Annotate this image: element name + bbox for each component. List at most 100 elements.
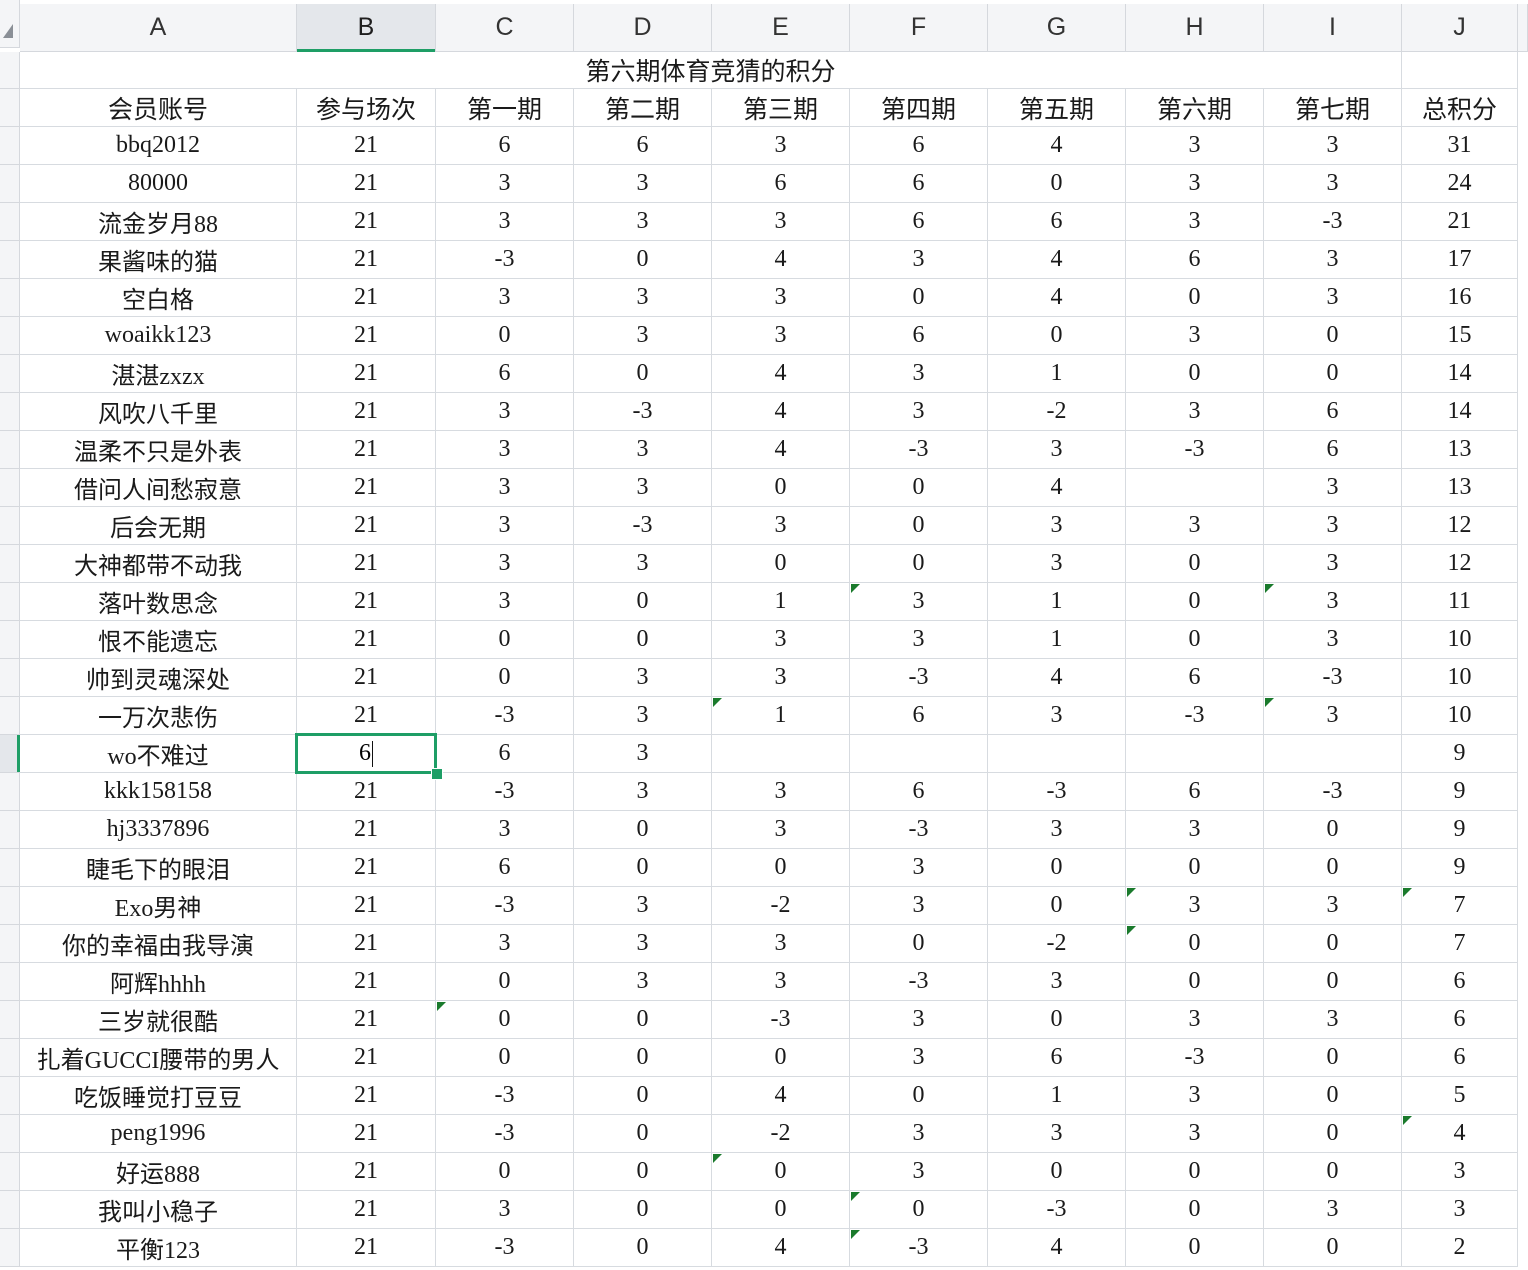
period-points-cell[interactable]: 0 — [436, 317, 574, 355]
period-points-cell[interactable]: 3 — [1264, 241, 1402, 279]
period-points-cell[interactable]: 0 — [988, 317, 1126, 355]
period-points-cell[interactable]: 0 — [1126, 355, 1264, 393]
row-header[interactable] — [0, 165, 20, 203]
period-points-cell[interactable]: 0 — [574, 1153, 712, 1191]
period-points-cell[interactable]: 0 — [712, 469, 850, 507]
period-points-cell[interactable]: 3 — [574, 431, 712, 469]
period-points-cell[interactable]: -3 — [850, 963, 988, 1001]
period-points-cell[interactable]: 0 — [574, 811, 712, 849]
column-header-b[interactable]: B — [297, 4, 436, 52]
period-points-cell[interactable]: 1 — [988, 583, 1126, 621]
period-points-cell[interactable]: 3 — [436, 545, 574, 583]
period-points-cell[interactable]: 3 — [712, 317, 850, 355]
period-points-cell[interactable]: -3 — [850, 659, 988, 697]
period-points-cell[interactable]: 6 — [850, 773, 988, 811]
period-points-cell[interactable]: 0 — [1264, 355, 1402, 393]
column-header-a[interactable]: A — [20, 4, 297, 52]
period-points-cell[interactable]: 6 — [1264, 431, 1402, 469]
member-account-cell[interactable]: 三岁就很酷 — [20, 1001, 297, 1039]
period-points-cell[interactable]: 0 — [850, 279, 988, 317]
period-points-cell[interactable]: -3 — [436, 773, 574, 811]
row-header[interactable] — [0, 507, 20, 545]
period-points-cell[interactable]: 3 — [436, 165, 574, 203]
period-points-cell[interactable]: 6 — [988, 203, 1126, 241]
period-points-cell[interactable]: 4 — [712, 393, 850, 431]
period-points-cell[interactable]: -3 — [712, 1001, 850, 1039]
period-points-cell[interactable]: 4 — [712, 1077, 850, 1115]
period-points-cell[interactable]: 3 — [1264, 887, 1402, 925]
period-points-cell[interactable]: 6 — [436, 849, 574, 887]
period-points-cell[interactable]: 3 — [1126, 1077, 1264, 1115]
member-account-cell[interactable]: 好运888 — [20, 1153, 297, 1191]
period-points-cell[interactable]: 3 — [712, 811, 850, 849]
period-points-cell[interactable]: 0 — [1264, 849, 1402, 887]
period-points-cell[interactable]: 0 — [574, 1229, 712, 1267]
period-points-cell[interactable] — [1126, 469, 1264, 507]
member-account-cell[interactable]: 空白格 — [20, 279, 297, 317]
period-points-cell[interactable]: 4 — [988, 1229, 1126, 1267]
member-account-cell[interactable]: 阿辉hhhh — [20, 963, 297, 1001]
period-points-cell[interactable]: 0 — [436, 963, 574, 1001]
total-points-cell[interactable]: 7 — [1402, 887, 1518, 925]
period-points-cell[interactable]: 3 — [574, 279, 712, 317]
member-account-cell[interactable]: 80000 — [20, 165, 297, 203]
row-header[interactable] — [0, 1077, 20, 1115]
column-header-f[interactable]: F — [850, 4, 988, 52]
period-points-cell[interactable]: 3 — [850, 1153, 988, 1191]
period-points-cell[interactable]: 3 — [988, 697, 1126, 735]
period-points-cell[interactable]: 4 — [712, 1229, 850, 1267]
period-points-cell[interactable]: 0 — [1264, 317, 1402, 355]
games-played-cell[interactable]: 21 — [297, 279, 436, 317]
member-account-cell[interactable]: 风吹八千里 — [20, 393, 297, 431]
games-played-cell[interactable]: 21 — [297, 1115, 436, 1153]
period-points-cell[interactable]: 3 — [436, 279, 574, 317]
row-header[interactable] — [0, 52, 20, 89]
period-points-cell[interactable]: 0 — [574, 1115, 712, 1153]
period-points-cell[interactable]: -3 — [988, 1191, 1126, 1229]
total-points-cell[interactable]: 3 — [1402, 1153, 1518, 1191]
total-points-cell[interactable]: 3 — [1402, 1191, 1518, 1229]
period-points-cell[interactable]: 3 — [988, 545, 1126, 583]
row-header[interactable] — [0, 925, 20, 963]
member-account-cell[interactable]: 果酱味的猫 — [20, 241, 297, 279]
period-points-cell[interactable]: 0 — [988, 849, 1126, 887]
period-points-cell[interactable]: 0 — [1264, 1077, 1402, 1115]
member-account-cell[interactable]: 扎着GUCCI腰带的男人 — [20, 1039, 297, 1077]
period-points-cell[interactable]: -3 — [436, 1115, 574, 1153]
period-points-cell[interactable]: 3 — [1264, 507, 1402, 545]
member-account-cell[interactable]: 后会无期 — [20, 507, 297, 545]
member-account-cell[interactable]: kkk158158 — [20, 773, 297, 811]
period-points-cell[interactable]: 0 — [574, 1077, 712, 1115]
period-points-cell[interactable]: -3 — [850, 1229, 988, 1267]
games-played-cell[interactable]: 21 — [297, 659, 436, 697]
period-points-cell[interactable]: -3 — [1126, 1039, 1264, 1077]
row-header[interactable] — [0, 355, 20, 393]
games-played-cell[interactable]: 21 — [297, 431, 436, 469]
period-points-cell[interactable]: 3 — [712, 203, 850, 241]
period-points-cell[interactable]: 3 — [1264, 1191, 1402, 1229]
period-points-cell[interactable]: -3 — [436, 241, 574, 279]
period-points-cell[interactable]: 3 — [574, 697, 712, 735]
period-points-cell[interactable]: 3 — [574, 963, 712, 1001]
period-points-cell[interactable]: 0 — [712, 1191, 850, 1229]
column-header-i[interactable]: I — [1264, 4, 1402, 52]
period-points-cell[interactable]: 0 — [988, 1001, 1126, 1039]
select-all-corner[interactable] — [0, 0, 20, 48]
period-points-cell[interactable]: 0 — [574, 355, 712, 393]
period-points-cell[interactable]: 4 — [712, 241, 850, 279]
row-header[interactable] — [0, 393, 20, 431]
period-points-cell[interactable]: 0 — [712, 1153, 850, 1191]
period-points-cell[interactable]: 0 — [1264, 925, 1402, 963]
total-points-cell[interactable]: 6 — [1402, 1039, 1518, 1077]
games-played-cell[interactable]: 21 — [297, 1077, 436, 1115]
period-points-cell[interactable]: 0 — [850, 469, 988, 507]
total-points-cell[interactable]: 10 — [1402, 659, 1518, 697]
period-points-cell[interactable]: 3 — [850, 583, 988, 621]
member-account-cell[interactable]: 你的幸福由我导演 — [20, 925, 297, 963]
total-points-cell[interactable]: 6 — [1402, 1001, 1518, 1039]
spreadsheet[interactable]: A B C D E F G H I J 第六期体育竞猜的积分 会员账号 参与场次 第一期 第二期 第三期 第四期… — [0, 0, 1528, 1270]
period-points-cell[interactable]: 3 — [436, 469, 574, 507]
games-played-cell[interactable]: 21 — [297, 849, 436, 887]
period-points-cell[interactable]: 0 — [574, 1191, 712, 1229]
games-played-cell[interactable]: 21 — [297, 963, 436, 1001]
